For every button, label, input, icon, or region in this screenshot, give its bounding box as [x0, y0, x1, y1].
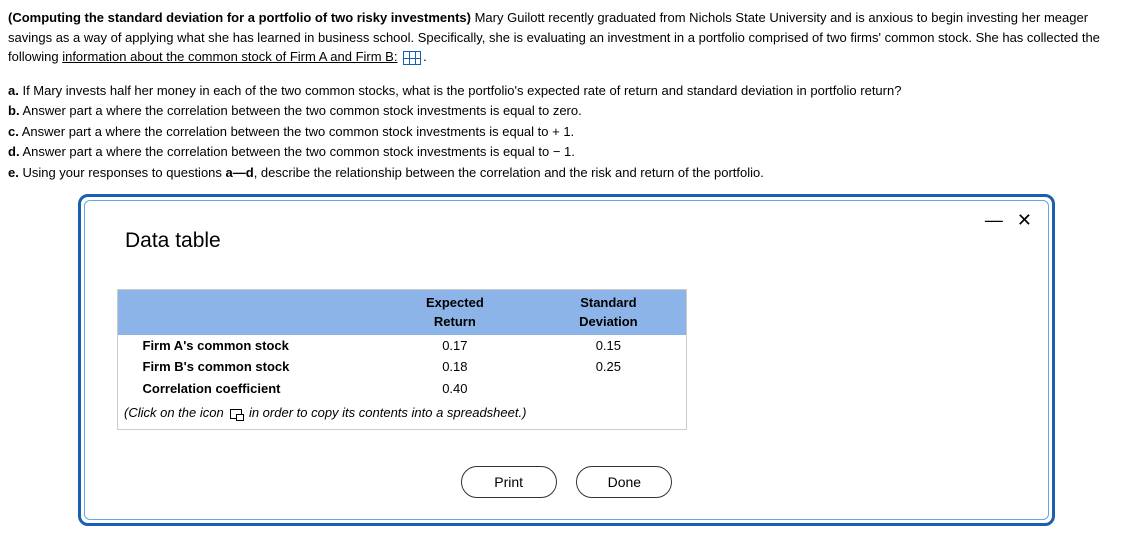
q-e-text1: Using your responses to questions [19, 165, 226, 180]
q-c-text: Answer part a where the correlation betw… [19, 124, 574, 139]
data-table-link-icon[interactable] [403, 51, 421, 65]
data-table-modal: — ✕ Data table ExpectedReturn StandardDe… [78, 194, 1055, 526]
modal-inner: — ✕ Data table ExpectedReturn StandardDe… [84, 200, 1049, 520]
header-blank [119, 290, 379, 334]
hint-pre: (Click on the icon [124, 405, 227, 420]
hint-post: in order to copy its contents into a spr… [245, 405, 526, 420]
table-row: Firm A's common stock 0.17 0.15 [119, 334, 686, 356]
row-stddev: 0.15 [531, 334, 685, 356]
row-expected: 0.18 [379, 356, 532, 378]
q-e-range: a—d [226, 165, 254, 180]
question-list: a. If Mary invests half her money in eac… [8, 81, 1125, 183]
q-b-label: b. [8, 103, 20, 118]
data-table-container: ExpectedReturn StandardDeviation Firm A'… [117, 289, 687, 430]
q-a-label: a. [8, 83, 19, 98]
minimize-button[interactable]: — [985, 211, 1003, 229]
question-e: e. Using your responses to questions a—d… [8, 163, 1125, 183]
modal-buttons: Print Done [107, 466, 1026, 498]
table-row: Correlation coefficient 0.40 [119, 378, 686, 400]
print-button[interactable]: Print [461, 466, 557, 498]
row-expected: 0.17 [379, 334, 532, 356]
done-button[interactable]: Done [576, 466, 672, 498]
q-c-label: c. [8, 124, 19, 139]
question-c: c. Answer part a where the correlation b… [8, 122, 1125, 142]
row-stddev [531, 378, 685, 400]
modal-controls: — ✕ [985, 211, 1032, 229]
row-expected: 0.40 [379, 378, 532, 400]
row-label: Firm B's common stock [119, 356, 379, 378]
copy-hint: (Click on the icon in order to copy its … [118, 399, 686, 429]
q-e-label: e. [8, 165, 19, 180]
q-d-label: d. [8, 144, 20, 159]
q-e-text2: , describe the relationship between the … [254, 165, 764, 180]
question-d: d. Answer part a where the correlation b… [8, 142, 1125, 162]
row-label: Firm A's common stock [119, 334, 379, 356]
header-expected: ExpectedReturn [379, 290, 532, 334]
table-header-row: ExpectedReturn StandardDeviation [119, 290, 686, 334]
question-a: a. If Mary invests half her money in eac… [8, 81, 1125, 101]
modal-title: Data table [125, 225, 1026, 257]
table-row: Firm B's common stock 0.18 0.25 [119, 356, 686, 378]
intro-trail: . [423, 49, 427, 64]
intro-bold: (Computing the standard deviation for a … [8, 10, 471, 25]
problem-intro: (Computing the standard deviation for a … [8, 8, 1125, 67]
close-button[interactable]: ✕ [1017, 211, 1032, 229]
q-a-text: If Mary invests half her money in each o… [19, 83, 902, 98]
row-stddev: 0.25 [531, 356, 685, 378]
copy-icon[interactable] [230, 409, 242, 419]
row-label: Correlation coefficient [119, 378, 379, 400]
q-b-text: Answer part a where the correlation betw… [20, 103, 582, 118]
question-b: b. Answer part a where the correlation b… [8, 101, 1125, 121]
intro-underlined: information about the common stock of Fi… [62, 49, 397, 64]
data-table: ExpectedReturn StandardDeviation Firm A'… [118, 290, 686, 400]
header-stddev: StandardDeviation [531, 290, 685, 334]
q-d-text: Answer part a where the correlation betw… [20, 144, 575, 159]
